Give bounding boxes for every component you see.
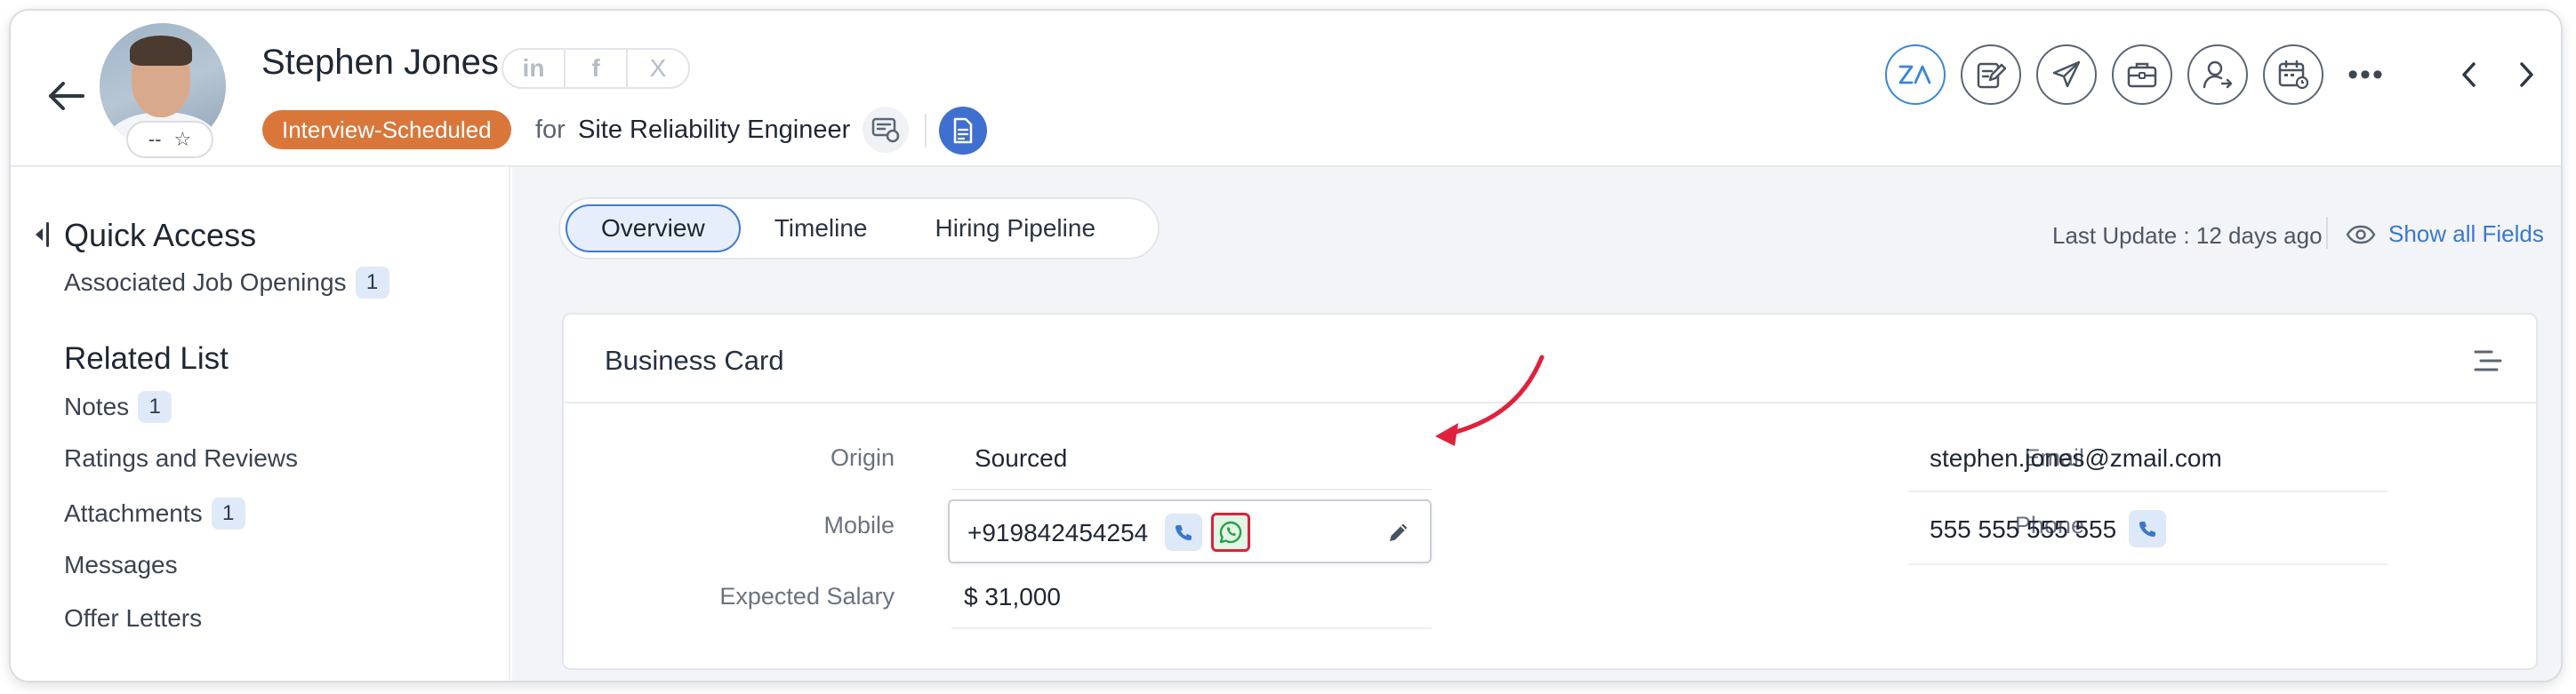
briefcase-icon [2127, 62, 2157, 88]
sidebar-item-label: Associated Job Openings [64, 268, 347, 296]
rating-pill[interactable]: -- ☆ [126, 121, 213, 158]
zia-icon [1898, 65, 1931, 84]
associate-job-button[interactable] [2112, 44, 2172, 105]
sidebar-item-label: Messages [64, 551, 178, 578]
assign-owner-button[interactable] [2187, 44, 2248, 105]
sidebar-item-label: Offer Letters [64, 604, 203, 632]
previous-record-button[interactable] [2451, 55, 2486, 94]
schedule-interview-button[interactable] [2263, 44, 2323, 105]
for-label: for [535, 116, 566, 144]
whatsapp-icon [1219, 521, 1242, 544]
job-details-button[interactable] [863, 107, 909, 153]
send-icon [2052, 60, 2081, 88]
quick-access-title: Quick Access [64, 217, 257, 253]
origin-value[interactable]: Sourced [975, 444, 1067, 473]
card-layout-icon[interactable] [2472, 348, 2504, 373]
header-actions [1885, 44, 2323, 105]
last-update-text: Last Update : 12 days ago [2052, 222, 2323, 249]
business-card: Business Card Origin Sourced Mobile +919… [562, 313, 2538, 670]
tab-overview[interactable]: Overview [566, 204, 741, 252]
field-underline [1908, 491, 2388, 492]
show-all-fields-link[interactable]: Show all Fields [2346, 220, 2544, 248]
back-button[interactable] [43, 73, 89, 119]
record-tabs: Overview Timeline Hiring Pipeline [558, 197, 1160, 259]
send-email-button[interactable] [2036, 44, 2097, 105]
add-note-button[interactable] [1961, 44, 2021, 105]
mobile-field[interactable]: +919842454254 [948, 499, 1432, 563]
tab-hiring-pipeline[interactable]: Hiring Pipeline [901, 204, 1129, 252]
collapse-sidebar-icon[interactable] [32, 220, 53, 249]
social-links: in f X [502, 48, 690, 89]
sidebar-item-associated-job-openings[interactable]: Associated Job Openings 1 [64, 267, 389, 299]
status-badge[interactable]: Interview-Scheduled [262, 110, 511, 149]
whatsapp-button[interactable] [1211, 513, 1250, 552]
edit-note-icon [1977, 62, 2006, 89]
job-opening-link[interactable]: Site Reliability Engineer [578, 116, 850, 145]
mobile-value[interactable]: +919842454254 [967, 519, 1148, 547]
pencil-icon [1390, 523, 1408, 541]
sidebar-item-attachments[interactable]: Attachments 1 [64, 498, 245, 530]
email-value[interactable]: stephen.jones@zmail.com [1930, 444, 2222, 473]
arrow-left-icon [49, 82, 84, 110]
field-underline [1908, 563, 2388, 565]
tab-timeline[interactable]: Timeline [741, 204, 902, 252]
candidate-record-window: -- ☆ Stephen Jones in f X Interview-Sche… [9, 9, 2563, 682]
zia-button[interactable] [1885, 44, 1946, 105]
count-badge: 1 [211, 498, 245, 530]
call-phone-button[interactable] [2129, 510, 2166, 547]
sidebar-item-label: Notes [64, 393, 130, 420]
resume-button[interactable] [939, 107, 987, 155]
card-title: Business Card [605, 345, 784, 376]
rating-value: -- [148, 128, 162, 150]
sidebar-item-label: Ratings and Reviews [64, 444, 299, 472]
main-content: Overview Timeline Hiring Pipeline Last U… [512, 167, 2561, 681]
sidebar-item-notes[interactable]: Notes 1 [64, 391, 173, 423]
mobile-label: Mobile [823, 512, 895, 538]
sidebar-item-label: Attachments [64, 499, 203, 527]
phone-icon [1176, 525, 1192, 540]
x-twitter-icon[interactable]: X [628, 50, 688, 87]
sidebar-item-ratings-and-reviews[interactable]: Ratings and Reviews [64, 444, 298, 473]
chevron-left-icon [2462, 62, 2476, 87]
eye-icon [2346, 225, 2376, 243]
facebook-icon[interactable]: f [566, 50, 628, 87]
sidebar: Quick Access Associated Job Openings 1 R… [11, 167, 510, 681]
sidebar-item-messages[interactable]: Messages [64, 551, 178, 579]
linkedin-icon[interactable]: in [503, 50, 566, 87]
header-divider [925, 114, 927, 148]
expected-salary-label: Expected Salary [719, 583, 895, 610]
document-icon [953, 117, 973, 144]
related-list-title: Related List [64, 341, 229, 376]
candidate-name: Stephen Jones [261, 43, 499, 82]
divider [2326, 217, 2328, 249]
show-all-fields-label: Show all Fields [2388, 220, 2544, 247]
phone-icon [2139, 522, 2155, 537]
call-mobile-button[interactable] [1165, 514, 1202, 551]
phone-value[interactable]: 555 555 555 555 [1930, 515, 2116, 544]
calendar-icon [2278, 60, 2309, 90]
field-underline [951, 627, 1432, 629]
job-card-icon [871, 117, 900, 143]
assign-user-icon [2203, 60, 2233, 89]
more-options-icon[interactable]: ••• [2344, 57, 2388, 92]
chevron-right-icon [2520, 62, 2533, 87]
star-icon[interactable]: ☆ [173, 128, 191, 151]
card-header: Business Card [564, 315, 2536, 403]
count-badge: 1 [355, 267, 389, 299]
expected-salary-value[interactable]: $ 31,000 [964, 583, 1061, 611]
edit-mobile-button[interactable] [1384, 517, 1414, 547]
count-badge: 1 [138, 391, 173, 423]
origin-label: Origin [830, 444, 895, 471]
next-record-button[interactable] [2509, 55, 2545, 94]
record-header: -- ☆ Stephen Jones in f X Interview-Sche… [11, 11, 2561, 167]
field-underline [951, 489, 1432, 491]
sidebar-item-offer-letters[interactable]: Offer Letters [64, 604, 202, 633]
